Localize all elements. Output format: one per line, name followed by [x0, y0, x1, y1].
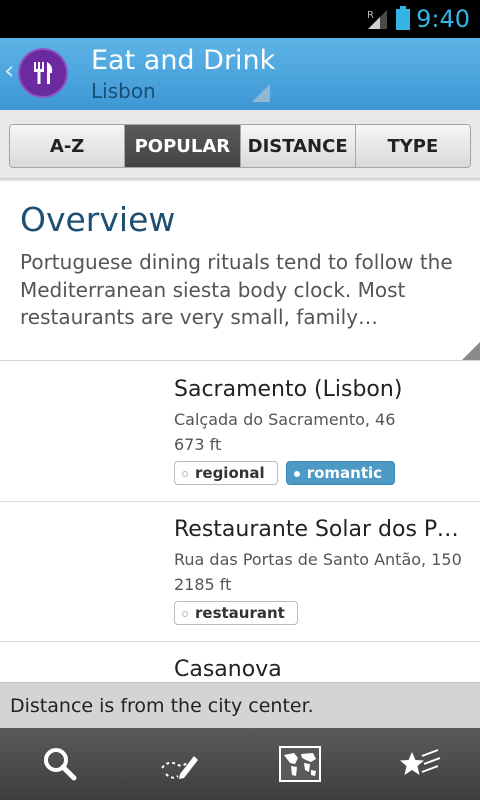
- edit-pencil-icon: [161, 756, 198, 779]
- tab-a-z[interactable]: A-Z: [10, 125, 126, 167]
- info-bar: Distance is from the city center.: [0, 682, 480, 729]
- tab-popular[interactable]: POPULAR: [125, 125, 241, 167]
- chevron-left-icon[interactable]: ‹: [4, 56, 14, 86]
- page-title: Eat and Drink: [91, 45, 276, 76]
- star-favorites-icon: [400, 749, 441, 775]
- expand-corner-icon[interactable]: [462, 342, 480, 360]
- status-time: 9:40: [416, 5, 470, 33]
- city-selector[interactable]: Lisbon: [91, 78, 156, 104]
- app-header: ‹ Eat and Drink Lisbon: [0, 38, 480, 110]
- bottom-nav: [0, 728, 480, 800]
- overview-title: Overview: [20, 200, 176, 239]
- place-distance: 2185 ft: [174, 575, 232, 594]
- place-address: Rua das Portas de Santo Antão, 150: [174, 550, 462, 569]
- dropdown-corner-icon[interactable]: [252, 84, 270, 102]
- signal-icon: R: [367, 10, 387, 29]
- search-button[interactable]: [0, 728, 120, 800]
- search-icon: [44, 748, 77, 781]
- svg-text:R: R: [367, 10, 374, 21]
- tab-distance[interactable]: DISTANCE: [240, 125, 356, 167]
- place-name: Sacramento (Lisbon): [174, 377, 403, 402]
- overview-card[interactable]: Overview Portuguese dining rituals tend …: [0, 182, 480, 361]
- overview-text: Portuguese dining rituals tend to follow…: [20, 250, 453, 329]
- tag-list: regional romantic: [174, 461, 396, 485]
- info-text: Distance is from the city center.: [10, 695, 314, 717]
- fork-knife-icon[interactable]: [18, 48, 68, 98]
- place-distance: 673 ft: [174, 435, 222, 454]
- map-button[interactable]: [240, 728, 360, 800]
- place-address: Calçada do Sacramento, 46: [174, 410, 396, 429]
- tag-romantic[interactable]: romantic: [285, 461, 396, 485]
- battery-icon: [396, 6, 410, 30]
- list-item[interactable]: Sacramento (Lisbon) Calçada do Sacrament…: [0, 362, 480, 502]
- place-name: Casanova: [174, 657, 282, 682]
- edit-button[interactable]: [120, 728, 240, 800]
- tab-type[interactable]: TYPE: [355, 125, 470, 167]
- world-map-icon: [279, 746, 321, 782]
- list-item[interactable]: Restaurante Solar dos Pr… Rua das Portas…: [0, 502, 480, 642]
- tag-regional[interactable]: regional: [174, 461, 278, 485]
- sort-tabs: A-Z POPULAR DISTANCE TYPE: [9, 124, 471, 168]
- place-name: Restaurante Solar dos Pr…: [174, 517, 466, 542]
- tag-restaurant[interactable]: restaurant: [174, 601, 298, 625]
- sort-tabs-area: A-Z POPULAR DISTANCE TYPE: [0, 110, 480, 180]
- status-bar: R 9:40: [0, 0, 480, 38]
- tag-list: restaurant: [174, 601, 298, 625]
- favorites-button[interactable]: [360, 728, 480, 800]
